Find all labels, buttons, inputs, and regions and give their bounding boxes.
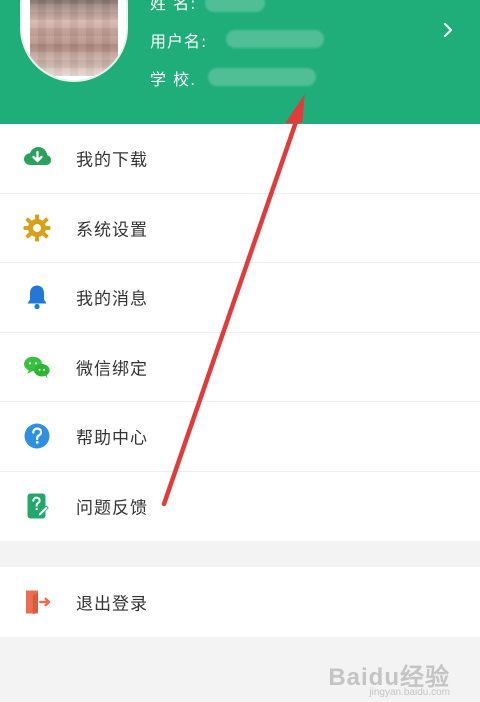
menu-label-wechat: 微信绑定	[76, 359, 148, 380]
menu-item-feedback[interactable]: 问题反馈	[0, 472, 480, 542]
username-value-redacted	[226, 30, 324, 48]
menu-item-wechat[interactable]: 微信绑定	[0, 333, 480, 402]
menu-item-downloads[interactable]: 我的下载	[0, 124, 480, 194]
school-value-redacted	[208, 68, 316, 86]
name-value-redacted	[205, 0, 265, 12]
chevron-right-icon[interactable]	[440, 22, 456, 38]
profile-header[interactable]: 姓 名: 用户名: 学 校.	[0, 0, 480, 124]
name-label: 姓 名:	[150, 0, 197, 13]
logout-label: 退出登录	[76, 594, 148, 615]
question-icon	[24, 423, 50, 449]
wechat-icon	[24, 356, 50, 378]
menu-label-downloads: 我的下载	[76, 150, 148, 171]
gear-icon	[23, 214, 51, 242]
feedback-icon	[27, 493, 49, 519]
avatar[interactable]	[20, 0, 128, 82]
avatar-image	[30, 0, 118, 76]
username-line: 用户名:	[150, 28, 207, 52]
menu-label-settings: 系统设置	[76, 220, 148, 241]
menu-item-messages[interactable]: 我的消息	[0, 263, 480, 333]
section-gap	[0, 541, 480, 567]
download-icon	[24, 147, 51, 166]
menu-label-messages: 我的消息	[76, 289, 148, 310]
school-label: 学 校.	[150, 70, 197, 89]
watermark: Baidu经验 jingyan.baidu.com	[328, 657, 450, 698]
menu-label-feedback: 问题反馈	[76, 498, 148, 519]
watermark-sub: jingyan.baidu.com	[369, 687, 450, 698]
logout-icon	[26, 590, 51, 615]
bell-icon	[27, 285, 47, 310]
menu-label-help: 帮助中心	[76, 428, 148, 449]
menu-list: 我的下载 系统设置 我的消息 微信绑定 帮助中心 问题反馈	[0, 124, 480, 541]
menu-item-help[interactable]: 帮助中心	[0, 402, 480, 472]
name-line: 姓 名:	[150, 0, 196, 14]
logout-item[interactable]: 退出登录	[0, 567, 480, 637]
username-label: 用户名:	[150, 32, 208, 51]
school-line: 学 校.	[150, 66, 196, 90]
menu-item-settings[interactable]: 系统设置	[0, 194, 480, 263]
